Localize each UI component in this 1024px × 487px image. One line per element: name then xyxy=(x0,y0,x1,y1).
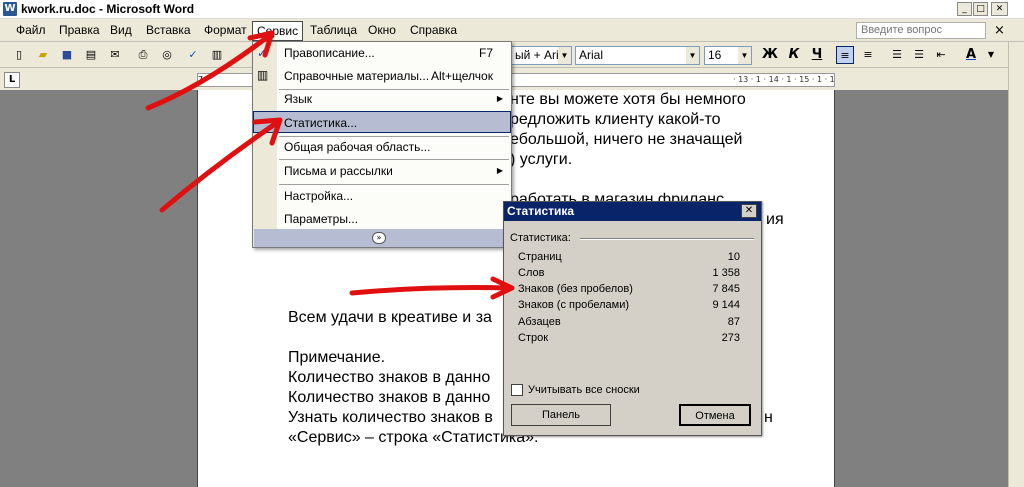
chevron-down-icon[interactable]: ▼ xyxy=(982,46,1000,64)
decrease-indent-icon[interactable]: ⇤ xyxy=(932,46,950,64)
menu-item-statistics[interactable]: Статистика... xyxy=(253,111,511,133)
doc-line: ебольшой, ничего не значащей xyxy=(510,131,743,148)
ruler-start-mark: 7 xyxy=(198,75,204,84)
panel-button[interactable]: Панель xyxy=(511,404,611,426)
email-icon[interactable]: ✉ xyxy=(106,46,124,64)
font-color-icon[interactable]: A xyxy=(962,46,980,64)
chevron-down-icon[interactable]: ▼ xyxy=(558,47,571,64)
print-icon[interactable]: ⎙ xyxy=(134,46,152,64)
menu-item-shared-workspace[interactable]: Общая рабочая область... xyxy=(253,136,511,158)
stat-label: Строк xyxy=(518,332,549,344)
font-size-value: 16 xyxy=(708,48,722,62)
permission-icon[interactable]: ▤ xyxy=(82,46,100,64)
menu-file[interactable]: Файл xyxy=(12,22,50,39)
menu-table[interactable]: Таблица xyxy=(306,22,361,39)
submenu-arrow-icon: ▶ xyxy=(496,166,503,175)
stats-group-label: Статистика: xyxy=(510,232,571,244)
vertical-scrollbar[interactable] xyxy=(1008,42,1024,487)
font-combo[interactable]: Arial ▼ xyxy=(575,46,700,65)
tools-menu-dropdown: ✓ ▥ Правописание... F7 Справочные матери… xyxy=(252,41,512,248)
menu-tools[interactable]: Сервис xyxy=(252,21,304,41)
bold-button[interactable]: Ж xyxy=(761,46,779,64)
tab-selector[interactable]: L xyxy=(4,72,20,88)
align-center-icon[interactable]: ≡ xyxy=(859,46,877,64)
stat-value: 273 xyxy=(721,332,740,344)
stat-value: 10 xyxy=(727,251,740,263)
doc-line: нте вы можете хотя бы немного xyxy=(510,91,746,108)
stat-value: 9 144 xyxy=(712,299,740,311)
dialog-title: Статистика xyxy=(504,202,761,221)
group-divider xyxy=(580,238,754,240)
menu-item-research[interactable]: Справочные материалы... Alt+щелчок xyxy=(253,65,511,87)
menu-format[interactable]: Формат xyxy=(200,22,251,39)
italic-button[interactable]: К xyxy=(785,46,803,64)
menu-edit[interactable]: Правка xyxy=(55,22,104,39)
doc-line: ия xyxy=(766,211,784,228)
style-combo[interactable]: ый + Aria ▼ xyxy=(512,46,572,65)
doc-line: Количество знаков в данно xyxy=(288,369,491,386)
title-bar: W kwork.ru.doc - Microsoft Word _ □ ✕ xyxy=(0,0,1024,19)
doc-line: «Сервис» – строка «Статистика». xyxy=(288,429,539,446)
chevron-down-icon[interactable]: ▼ xyxy=(738,47,751,64)
window-title: kwork.ru.doc - Microsoft Word xyxy=(21,2,195,16)
new-document-icon[interactable]: ▯ xyxy=(10,46,28,64)
doc-line: Количество знаков в данно xyxy=(288,389,491,406)
font-size-combo[interactable]: 16 ▼ xyxy=(704,46,752,65)
menu-item-spelling[interactable]: Правописание... F7 xyxy=(253,42,511,64)
close-window-button[interactable]: ✕ xyxy=(991,2,1008,16)
cancel-button[interactable]: Отмена xyxy=(679,404,751,426)
footnotes-checkbox[interactable] xyxy=(511,384,523,396)
open-folder-icon[interactable]: ▰ xyxy=(34,46,52,64)
ruler-row: L · 13 · 1 · 14 · 1 · 15 · 1 · 16 · 1 · … xyxy=(0,68,1024,90)
minimize-button[interactable]: _ xyxy=(957,2,972,16)
numbered-list-icon[interactable]: ☰ xyxy=(888,46,906,64)
help-question-input[interactable]: Введите вопрос xyxy=(856,22,986,39)
doc-line: Узнать количество знаков в xyxy=(288,409,493,426)
menu-bar: Файл Правка Вид Вставка Формат Сервис Та… xyxy=(0,19,1024,42)
print-preview-icon[interactable]: ◎ xyxy=(158,46,176,64)
toolbar: ▯ ▰ ■ ▤ ✉ ⎙ ◎ ✓ ▥ ый + Aria ▼ Arial ▼ 16… xyxy=(0,42,1024,68)
stat-label: Знаков (с пробелами) xyxy=(518,299,630,311)
double-chevron-down-icon: » xyxy=(372,232,386,244)
align-left-icon[interactable]: ≡ xyxy=(836,46,854,64)
doc-line: ) услуги. xyxy=(510,151,573,168)
menu-window[interactable]: Окно xyxy=(364,22,400,39)
spelling-icon[interactable]: ✓ xyxy=(184,46,202,64)
menu-item-options[interactable]: Параметры... xyxy=(253,208,511,230)
stat-label: Абзацев xyxy=(518,316,561,328)
doc-line-tail: н xyxy=(764,409,773,426)
menu-item-language[interactable]: Язык ▶ xyxy=(253,88,511,110)
menu-item-customize[interactable]: Настройка... xyxy=(253,185,511,207)
stat-label: Знаков (без пробелов) xyxy=(518,283,633,295)
doc-line-greeting: Всем удачи в креативе и за xyxy=(288,309,492,326)
menu-view[interactable]: Вид xyxy=(106,22,136,39)
ruler-marks: · 13 · 1 · 14 · 1 · 15 · 1 · 16 · 1 · 17… xyxy=(733,75,835,84)
research-icon[interactable]: ▥ xyxy=(208,46,226,64)
stat-value: 87 xyxy=(727,316,740,328)
menu-help[interactable]: Справка xyxy=(406,22,461,39)
close-document-icon[interactable]: × xyxy=(994,23,1005,38)
stat-label: Слов xyxy=(518,267,545,279)
word-app-icon[interactable]: W xyxy=(3,2,17,16)
save-icon[interactable]: ■ xyxy=(58,46,76,64)
doc-line: редложить клиенту какой-то xyxy=(510,111,721,128)
bulleted-list-icon[interactable]: ☰ xyxy=(910,46,928,64)
statistics-dialog: Статистика ✕ Статистика: Страниц 10 Слов… xyxy=(503,201,762,436)
dialog-close-button[interactable]: ✕ xyxy=(741,204,757,218)
maximize-button[interactable]: □ xyxy=(973,2,988,16)
menu-item-mailings[interactable]: Письма и рассылки ▶ xyxy=(253,160,511,182)
stat-value: 7 845 xyxy=(712,283,740,295)
font-value: Arial xyxy=(579,48,604,62)
chevron-down-icon[interactable]: ▼ xyxy=(686,47,699,64)
footnotes-checkbox-label: Учитывать все сноски xyxy=(528,384,640,396)
menu-insert[interactable]: Вставка xyxy=(142,22,195,39)
menu-expand-button[interactable]: » xyxy=(254,229,510,247)
submenu-arrow-icon: ▶ xyxy=(496,94,503,103)
stat-value: 1 358 xyxy=(712,267,740,279)
underline-button[interactable]: Ч xyxy=(808,46,826,64)
doc-note-title: Примечание. xyxy=(288,349,386,366)
stat-label: Страниц xyxy=(518,251,562,263)
